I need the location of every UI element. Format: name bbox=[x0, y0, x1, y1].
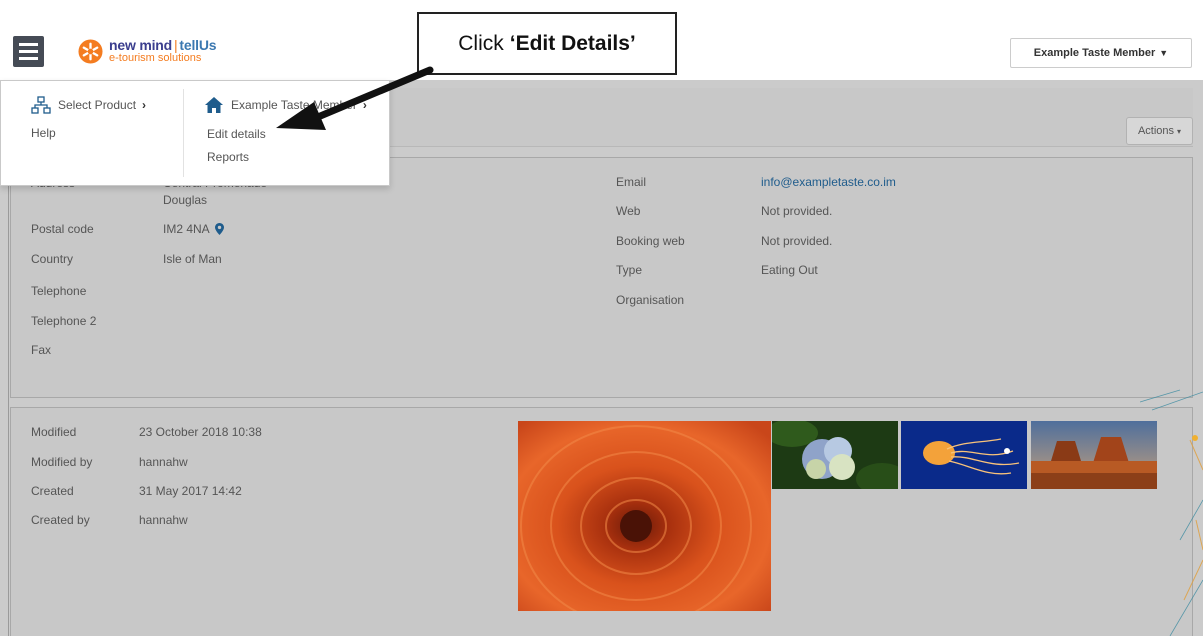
postal-code-text: IM2 4NA bbox=[163, 222, 210, 236]
home-icon bbox=[205, 97, 223, 113]
chrysanthemum-image[interactable] bbox=[518, 421, 771, 611]
modified-label: Modified bbox=[31, 425, 77, 439]
created-by-label: Created by bbox=[31, 513, 90, 527]
logo-asterisk-icon bbox=[78, 38, 103, 64]
hamburger-menu-icon[interactable] bbox=[13, 36, 44, 67]
address-line2: Douglas bbox=[163, 193, 208, 207]
menu-item-reports[interactable]: Reports bbox=[207, 150, 249, 164]
telephone2-label: Telephone 2 bbox=[31, 314, 97, 328]
logo[interactable]: new mind | tellUs e-tourism solutions bbox=[78, 37, 217, 64]
chevron-right-icon: › bbox=[142, 98, 147, 112]
created-by-value: hannahw bbox=[139, 513, 188, 527]
web-value: Not provided. bbox=[761, 204, 833, 218]
telephone-label: Telephone bbox=[31, 284, 87, 298]
email-link[interactable]: info@exampletaste.co.im bbox=[761, 175, 896, 189]
logo-tagline: e-tourism solutions bbox=[109, 52, 202, 64]
web-label: Web bbox=[616, 204, 641, 218]
type-label: Type bbox=[616, 263, 643, 277]
menu-item-select-product[interactable]: Select Product › bbox=[31, 96, 146, 114]
menu-column-divider bbox=[183, 89, 184, 177]
member-button-label: Example Taste Member bbox=[1033, 47, 1156, 59]
menu-item-edit-details[interactable]: Edit details bbox=[207, 127, 266, 141]
booking-web-value: Not provided. bbox=[761, 234, 833, 248]
actions-label: Actions bbox=[1137, 125, 1175, 137]
booking-web-label: Booking web bbox=[616, 234, 685, 248]
menu-item-label: Help bbox=[31, 126, 56, 140]
caret-down-icon: ▼ bbox=[1159, 48, 1169, 58]
modified-value: 23 October 2018 10:38 bbox=[139, 425, 262, 439]
menu-item-label: Select Product bbox=[58, 98, 137, 112]
modified-by-value: hannahw bbox=[139, 455, 188, 469]
menu-item-label: Edit details bbox=[207, 127, 266, 141]
member-dropdown-button[interactable]: Example Taste Member ▼ bbox=[1010, 38, 1192, 68]
decorative-lines bbox=[1140, 389, 1203, 636]
postal-code-label: Postal code bbox=[31, 222, 94, 236]
email-label: Email bbox=[616, 175, 647, 189]
actions-button[interactable]: Actions ▾ bbox=[1126, 117, 1193, 145]
hydrangea-image[interactable] bbox=[772, 421, 898, 489]
callout-emphasis: ‘Edit Details’ bbox=[509, 31, 636, 55]
menu-item-help[interactable]: Help bbox=[31, 126, 56, 140]
desert-image[interactable] bbox=[1031, 421, 1157, 489]
pointer-arrow-icon bbox=[276, 66, 434, 130]
type-value: Eating Out bbox=[761, 263, 818, 277]
organisation-label: Organisation bbox=[616, 293, 685, 307]
created-value: 31 May 2017 14:42 bbox=[139, 484, 242, 498]
fax-label: Fax bbox=[31, 343, 52, 357]
caret-down-icon: ▾ bbox=[1177, 126, 1182, 136]
jellyfish-image[interactable] bbox=[901, 421, 1027, 489]
logo-brand-b: tellUs bbox=[179, 37, 217, 53]
map-pin-icon[interactable] bbox=[214, 223, 224, 235]
instruction-callout: Click ‘Edit Details’ bbox=[417, 12, 677, 75]
country-value: Isle of Man bbox=[163, 252, 222, 266]
created-label: Created bbox=[31, 484, 74, 498]
callout-prefix: Click bbox=[458, 31, 504, 55]
country-label: Country bbox=[31, 252, 74, 266]
logo-separator: | bbox=[173, 37, 178, 53]
modified-by-label: Modified by bbox=[31, 455, 93, 469]
sitemap-icon bbox=[31, 96, 51, 114]
postal-code-value: IM2 4NA bbox=[163, 222, 224, 236]
menu-item-label: Reports bbox=[207, 150, 250, 164]
logo-brand-a: new mind bbox=[109, 37, 172, 53]
